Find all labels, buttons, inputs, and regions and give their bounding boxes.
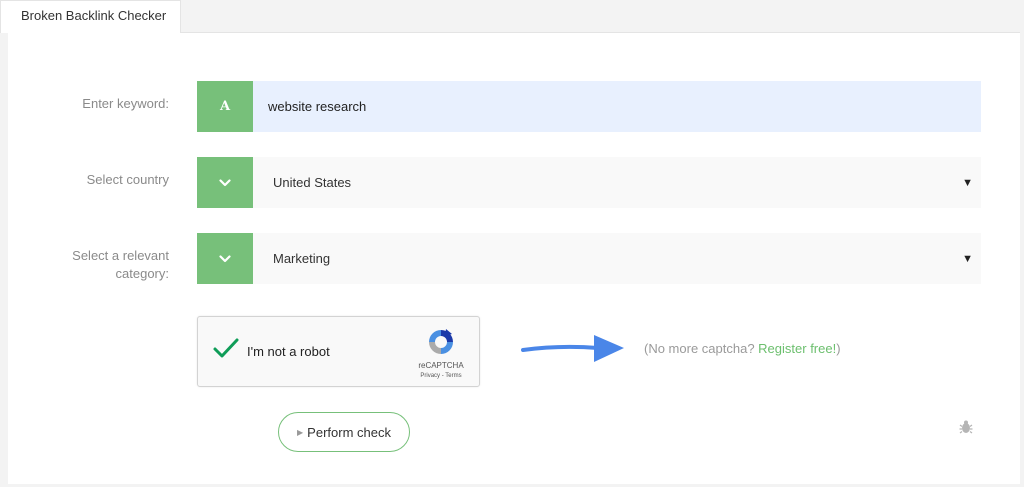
- country-select[interactable]: United States ▼: [253, 157, 981, 208]
- promo-close: ): [836, 341, 841, 356]
- tab-label: Broken Backlink Checker: [21, 8, 167, 23]
- category-select-value: Marketing: [273, 251, 331, 266]
- letter-a-icon: A: [219, 99, 231, 114]
- register-free-link[interactable]: Register free!: [758, 341, 836, 356]
- keyword-label: Enter keyword:: [82, 96, 169, 111]
- captcha-promo: (No more captcha? Register free!): [644, 341, 841, 356]
- recaptcha-terms-link[interactable]: Terms: [445, 373, 461, 379]
- recaptcha-privacy-link[interactable]: Privacy: [420, 373, 440, 379]
- promo-text: (No more captcha?: [644, 341, 759, 356]
- category-label-line1: Select a relevant: [72, 248, 169, 263]
- category-row: Marketing ▼: [197, 233, 981, 284]
- category-select[interactable]: Marketing ▼: [253, 233, 981, 284]
- chevron-down-icon: [219, 178, 231, 186]
- country-addon[interactable]: [197, 157, 253, 208]
- chevron-down-icon: [219, 254, 231, 262]
- bug-icon[interactable]: [959, 419, 973, 435]
- category-label-line2: category:: [115, 266, 169, 281]
- country-select-value: United States: [273, 175, 352, 190]
- keyword-input[interactable]: website research: [253, 81, 981, 132]
- tab-broken-backlink-checker[interactable]: Broken Backlink Checker: [0, 0, 181, 33]
- arrow-right-icon: [521, 335, 624, 362]
- keyword-addon: A: [197, 81, 253, 132]
- keyword-row: A website research: [197, 81, 981, 132]
- caret-right-icon: ▶: [297, 427, 304, 437]
- recaptcha-widget: I'm not a robot reCAPTCHA Privacy - Term…: [197, 316, 480, 387]
- country-label: Select country: [86, 172, 169, 187]
- category-label: Select a relevant category:: [9, 247, 169, 283]
- recaptcha-label: I'm not a robot: [247, 344, 330, 359]
- caret-down-icon: ▼: [962, 252, 973, 265]
- recaptcha-brand: reCAPTCHA: [418, 361, 464, 370]
- keyword-input-value: website research: [268, 99, 367, 114]
- checkmark-icon[interactable]: [212, 336, 240, 360]
- recaptcha-logo-icon: [429, 329, 453, 354]
- category-addon[interactable]: [197, 233, 253, 284]
- perform-check-button[interactable]: ▶ Perform check: [278, 412, 410, 452]
- caret-down-icon: ▼: [962, 176, 973, 189]
- perform-check-label: Perform check: [307, 424, 391, 440]
- recaptcha-links: Privacy - Terms: [406, 373, 476, 379]
- country-row: United States ▼: [197, 157, 981, 208]
